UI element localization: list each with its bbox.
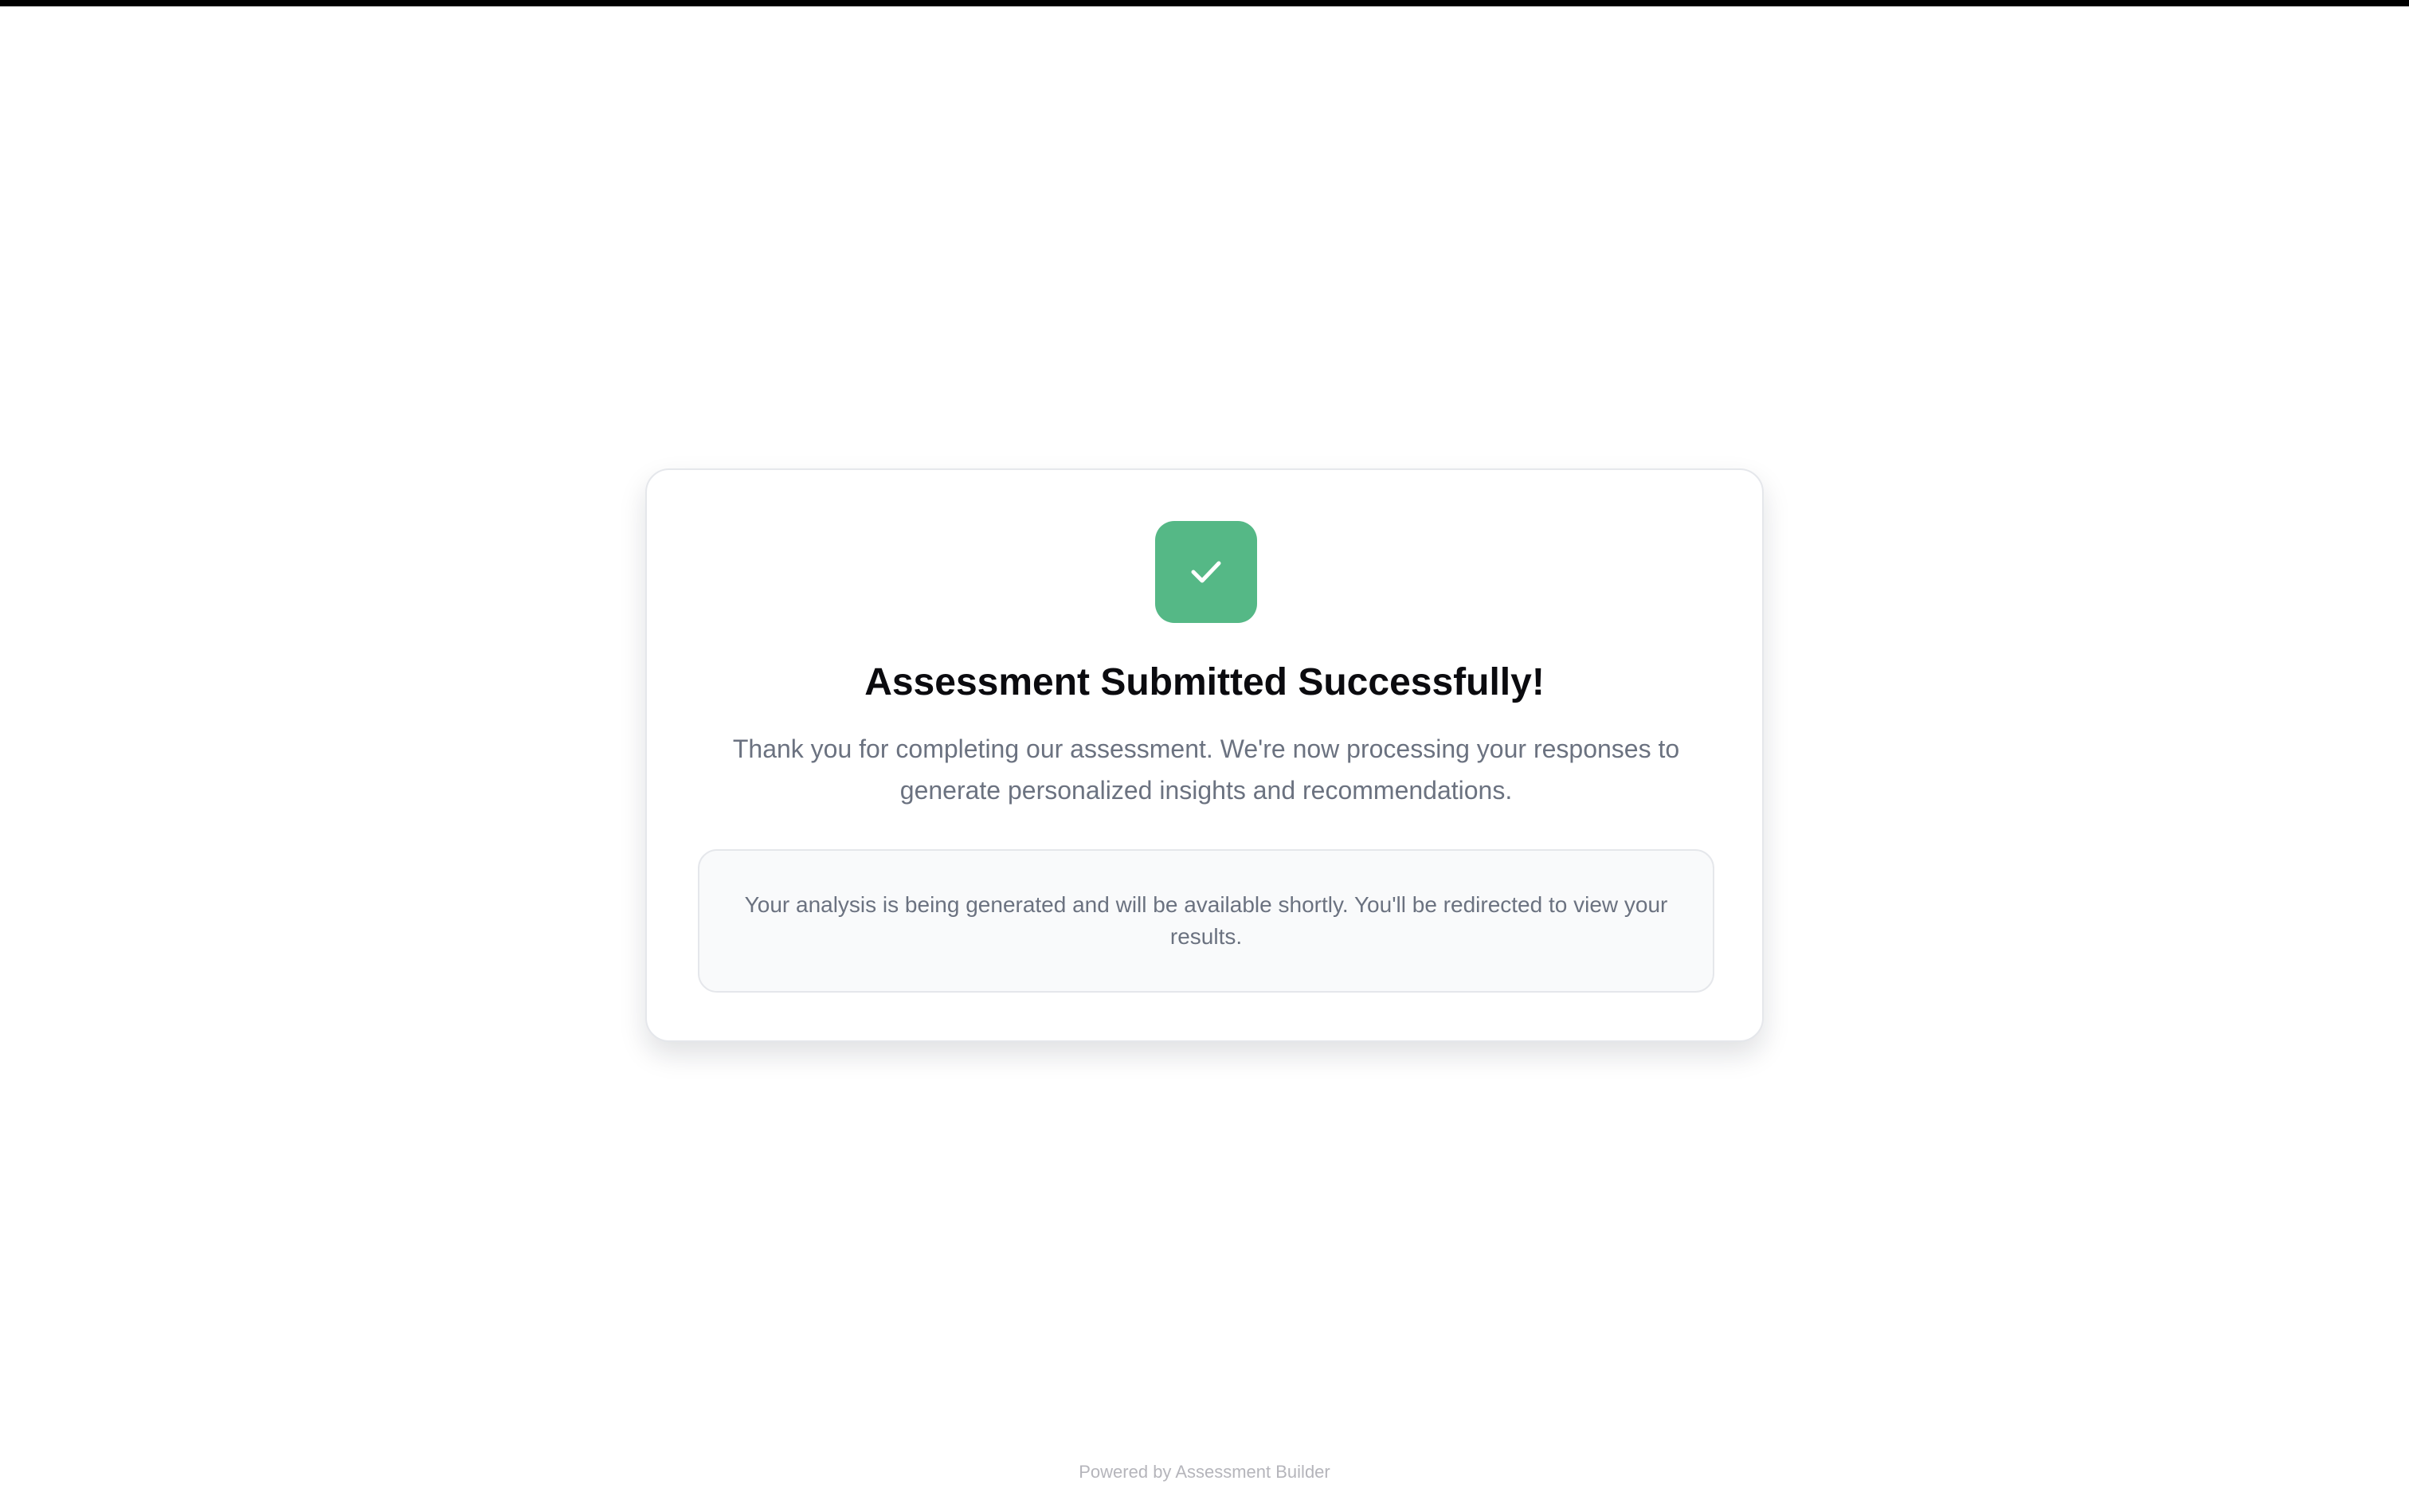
powered-by-footer: Powered by Assessment Builder	[1079, 1462, 1330, 1482]
analysis-info-box: Your analysis is being generated and wil…	[698, 849, 1714, 993]
checkmark-icon	[1191, 561, 1221, 583]
success-message: Thank you for completing our assessment.…	[732, 734, 1680, 805]
analysis-status-text: Your analysis is being generated and wil…	[744, 892, 1668, 949]
page-title: Assessment Submitted Successfully!	[864, 661, 1545, 703]
top-bar	[0, 0, 2409, 6]
success-badge	[1155, 521, 1257, 623]
submission-success-card: Assessment Submitted Successfully! Thank…	[645, 468, 1764, 1042]
